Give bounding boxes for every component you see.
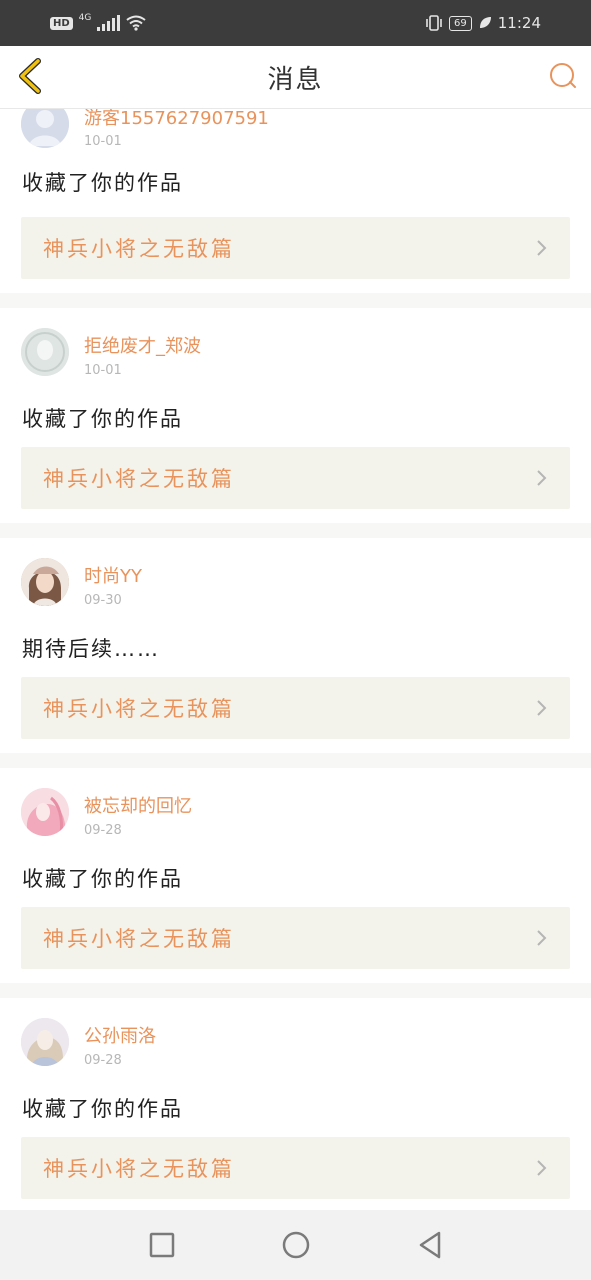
list-item: 时尚YY 09-30 期待后续…… 神兵小将之无敌篇 — [0, 538, 591, 753]
chevron-right-icon — [537, 700, 547, 716]
message-text: 收藏了你的作品 — [22, 171, 183, 195]
network-type: 4G — [78, 13, 92, 23]
user-avatar-icon — [21, 788, 69, 836]
home-button[interactable] — [279, 1228, 313, 1262]
chevron-right-icon — [537, 240, 547, 256]
back-button[interactable] — [10, 56, 50, 96]
user-avatar-icon — [21, 558, 69, 606]
system-nav-bar — [0, 1210, 591, 1280]
list-item: 游客1557627907591 10-01 收藏了你的作品 神兵小将之无敌篇 — [0, 109, 591, 293]
clock: 11:24 — [497, 14, 541, 32]
chevron-right-icon — [537, 1160, 547, 1176]
user-avatar-icon — [21, 1018, 69, 1066]
work-title: 神兵小将之无敌篇 — [43, 927, 235, 951]
triangle-back-icon — [419, 1231, 440, 1259]
status-left: HD 4G — [50, 13, 146, 31]
work-link[interactable]: 神兵小将之无敌篇 — [21, 447, 570, 509]
chevron-right-icon — [537, 930, 547, 946]
list-item: 被忘却的回忆 09-28 收藏了你的作品 神兵小将之无敌篇 — [0, 768, 591, 983]
battery-icon: 69 — [449, 15, 472, 31]
message-text: 收藏了你的作品 — [22, 407, 183, 431]
chevron-right-icon — [537, 470, 547, 486]
username[interactable]: 被忘却的回忆 — [84, 792, 192, 818]
list-item: 拒绝废才_郑波 10-01 收藏了你的作品 神兵小将之无敌篇 — [0, 308, 591, 523]
work-link[interactable]: 神兵小将之无敌篇 — [21, 1137, 570, 1199]
chevron-left-icon — [19, 58, 41, 94]
message-text: 期待后续…… — [22, 637, 160, 661]
work-title: 神兵小将之无敌篇 — [43, 237, 235, 261]
username[interactable]: 拒绝废才_郑波 — [84, 332, 201, 358]
avatar[interactable] — [21, 558, 69, 606]
square-icon — [149, 1232, 174, 1258]
username[interactable]: 时尚YY — [84, 562, 142, 588]
circle-icon — [282, 1231, 309, 1259]
work-link[interactable]: 神兵小将之无敌篇 — [21, 677, 570, 739]
work-title: 神兵小将之无敌篇 — [43, 467, 235, 491]
message-date: 10-01 — [84, 363, 122, 378]
avatar[interactable] — [21, 109, 69, 148]
message-list: 游客1557627907591 10-01 收藏了你的作品 神兵小将之无敌篇 拒… — [0, 109, 591, 1210]
chat-button[interactable] — [547, 60, 579, 92]
signal-icon — [97, 15, 121, 31]
chat-bubble-icon — [550, 63, 576, 88]
message-text: 收藏了你的作品 — [22, 867, 183, 891]
status-right: 69 11:24 — [425, 14, 541, 32]
message-text: 收藏了你的作品 — [22, 1097, 183, 1121]
message-date: 09-28 — [84, 1053, 122, 1068]
message-date: 09-28 — [84, 823, 122, 838]
default-avatar-icon — [21, 109, 69, 148]
avatar[interactable] — [21, 788, 69, 836]
vibrate-icon — [426, 15, 442, 31]
work-title: 神兵小将之无敌篇 — [43, 1157, 235, 1181]
avatar[interactable] — [21, 1018, 69, 1066]
user-avatar-icon — [21, 328, 69, 376]
username[interactable]: 公孙雨洛 — [84, 1022, 156, 1048]
recents-button[interactable] — [145, 1228, 179, 1262]
status-bar: HD 4G 69 11:24 — [0, 0, 591, 46]
message-date: 10-01 — [84, 134, 122, 149]
leaf-icon — [479, 17, 491, 28]
wifi-icon — [126, 15, 146, 31]
app-header: 消息 — [0, 46, 591, 109]
list-item: 公孙雨洛 09-28 收藏了你的作品 神兵小将之无敌篇 — [0, 998, 591, 1210]
work-link[interactable]: 神兵小将之无敌篇 — [21, 907, 570, 969]
hd-badge: HD — [50, 16, 73, 30]
page-title: 消息 — [267, 64, 324, 95]
username[interactable]: 游客1557627907591 — [84, 109, 269, 130]
back-nav-button[interactable] — [413, 1228, 447, 1262]
avatar[interactable] — [21, 328, 69, 376]
work-title: 神兵小将之无敌篇 — [43, 697, 235, 721]
work-link[interactable]: 神兵小将之无敌篇 — [21, 217, 570, 279]
message-date: 09-30 — [84, 593, 122, 608]
